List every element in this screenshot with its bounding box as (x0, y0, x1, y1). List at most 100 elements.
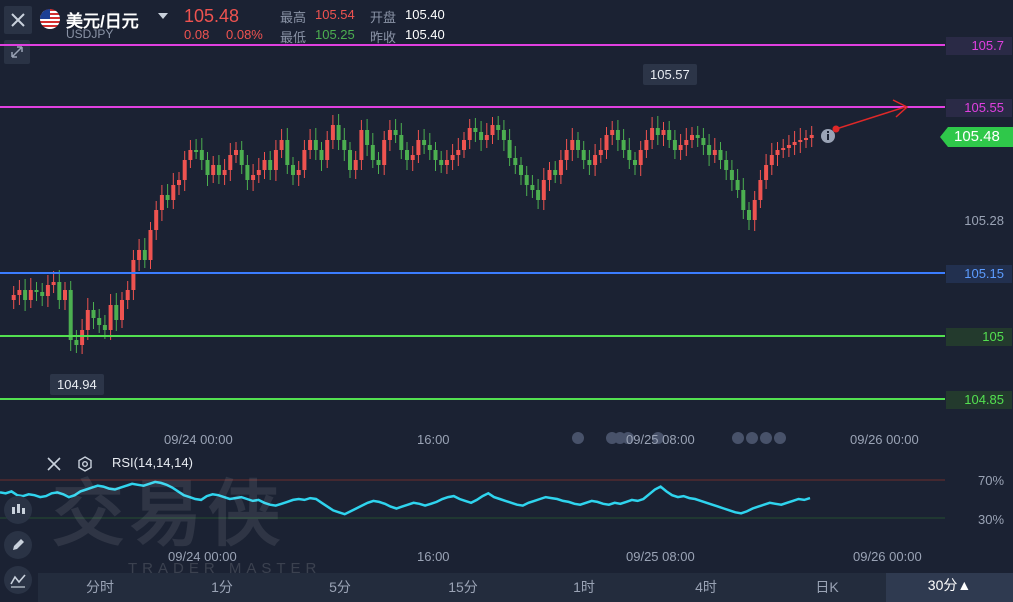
candle-body (319, 150, 324, 160)
candle-body (416, 140, 421, 155)
candle-body (273, 150, 278, 170)
candle-body (615, 130, 620, 140)
candle-body (137, 250, 142, 260)
candle-body (735, 180, 740, 190)
candle-body (507, 140, 512, 158)
candle-body (239, 150, 244, 165)
candle-body (17, 290, 22, 295)
candle-body (171, 185, 176, 200)
candle-body (285, 140, 290, 165)
price-tag-105: 105 (946, 328, 1012, 346)
candle-body (655, 128, 660, 135)
candle-body (718, 150, 723, 160)
candle-body (672, 140, 677, 150)
candle-body (701, 138, 706, 145)
candle-body (194, 150, 199, 152)
candle-body (667, 130, 672, 140)
candles-icon (12, 504, 25, 514)
candle-body (63, 290, 67, 300)
candle-body (154, 210, 159, 230)
tf-day[interactable]: 日K (797, 577, 857, 597)
info-icon[interactable] (821, 129, 835, 143)
candle-body (479, 132, 484, 140)
candle-body (216, 165, 221, 175)
candle-body (245, 165, 250, 180)
x-tick-rsi: 09/26 00:00 (853, 549, 922, 564)
candle-body (387, 130, 392, 140)
tf-4h[interactable]: 4时 (676, 577, 736, 597)
candle-body (678, 145, 683, 150)
candle-body (513, 158, 518, 165)
candle-body (85, 310, 90, 330)
candle-body (182, 160, 187, 180)
candle-body (279, 140, 284, 150)
candle-body (34, 290, 39, 292)
candle-body (91, 310, 96, 318)
candle-body (598, 150, 603, 155)
x-tick-main: 09/24 00:00 (164, 432, 233, 447)
tf-15m[interactable]: 15分 (433, 577, 493, 597)
candle-body (707, 145, 712, 155)
candle-body (23, 290, 28, 300)
candle-body (45, 285, 50, 296)
candle-body (228, 155, 233, 170)
tf-1m[interactable]: 1分 (192, 577, 252, 597)
candle-body (764, 165, 769, 180)
candle-body (359, 130, 364, 160)
tf-30m[interactable]: 30分▲ (886, 573, 1013, 602)
candle-body (519, 165, 523, 175)
rsi-lower-label: 30% (978, 512, 1005, 527)
candle-body (804, 138, 808, 140)
candle-body (741, 190, 746, 210)
candle-body (11, 295, 16, 300)
candle-body (661, 130, 666, 135)
candle-body (382, 140, 387, 165)
candle-body (456, 150, 461, 155)
candle-body (541, 180, 546, 200)
candle-body (587, 160, 592, 165)
candle-body (621, 140, 626, 150)
x-tick-main: 09/25 08:00 (626, 432, 695, 447)
candle-body (809, 135, 814, 138)
draw-tool-button[interactable] (4, 531, 32, 559)
trend-arrow[interactable] (832, 99, 909, 133)
tf-5m[interactable]: 5分 (310, 577, 370, 597)
candle-body (752, 200, 757, 220)
candle-body (148, 230, 153, 260)
indicator-button[interactable] (4, 566, 32, 594)
candle-body (581, 150, 586, 160)
candle-body (108, 305, 113, 330)
candle-body (199, 150, 204, 160)
candle-body (564, 150, 569, 160)
candle-body (462, 140, 466, 150)
candle-body (102, 325, 107, 330)
candle-body (490, 125, 495, 135)
high-callout: 105.57 (643, 64, 697, 85)
candle-body (769, 155, 774, 165)
candle-body (558, 160, 563, 175)
candle-body (786, 145, 791, 148)
candle-body (781, 148, 786, 150)
price-tag-105-7: 105.7 (946, 37, 1012, 55)
candle-body (325, 140, 330, 160)
candle-body (775, 150, 780, 155)
candle-body (410, 155, 415, 160)
candle-body (291, 165, 295, 175)
candle-body (724, 160, 729, 170)
candle-body (524, 175, 529, 185)
candle-body (792, 142, 797, 145)
candle-body (593, 155, 598, 165)
candle-body (234, 150, 238, 155)
candle-body (159, 195, 164, 210)
candle-body (644, 140, 649, 150)
candle-body (405, 150, 409, 160)
tf-1h[interactable]: 1时 (554, 577, 614, 597)
tf-tick[interactable]: 分时 (70, 577, 130, 597)
candle-style-button[interactable] (4, 496, 32, 524)
candle-body (177, 180, 181, 185)
candle-body (439, 160, 444, 165)
candle-body (399, 135, 404, 150)
candle-body (530, 185, 535, 190)
candle-body (68, 290, 73, 340)
candle-body (28, 290, 33, 300)
